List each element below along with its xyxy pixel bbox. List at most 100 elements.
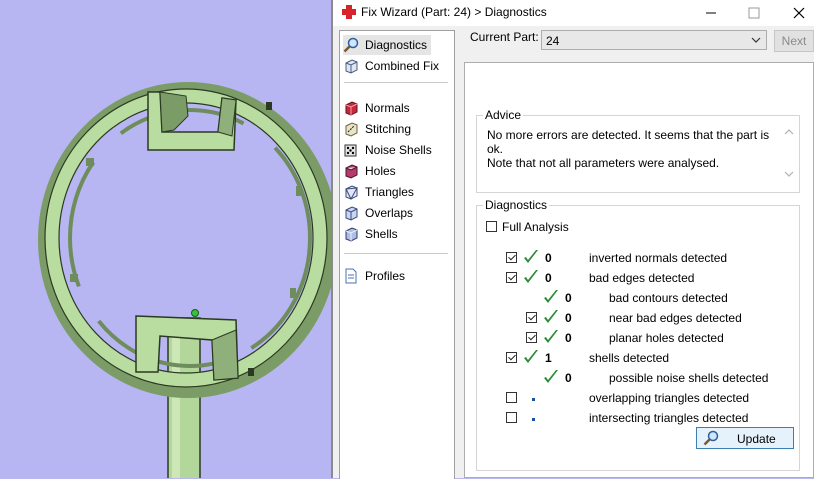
diagnostic-label: possible noise shells detected [609,371,769,385]
diagnostic-label: near bad edges detected [609,311,742,325]
current-part-label: Current Part: [470,30,539,44]
diagnostic-count: 0 [565,371,572,385]
minimize-icon [706,12,716,14]
magnifier-icon [703,430,719,446]
advice-line: No more errors are detected. It seems th… [487,128,770,156]
diagnostic-checkbox[interactable] [506,252,517,263]
maximize-button[interactable] [731,0,777,26]
current-part-select[interactable]: 24 [541,30,767,50]
nav-item-label: Normals [365,101,410,115]
green-check-icon [544,330,558,343]
magnifier-icon [343,37,359,53]
green-check-icon [524,270,538,283]
nav-item-holes[interactable]: Holes [343,161,400,181]
full-analysis-checkbox[interactable] [486,221,497,232]
diagnostic-label: bad contours detected [609,291,728,305]
minimize-button[interactable] [688,0,734,26]
full-analysis-label: Full Analysis [502,220,569,234]
document-icon [345,268,357,284]
diagnostic-count: 0 [545,251,552,265]
next-button[interactable]: Next [774,30,814,52]
nav-item-label: Overlaps [365,206,414,220]
close-button[interactable] [776,0,814,26]
nav-item-stitching[interactable]: Stitching [343,119,415,139]
nav-item-profiles[interactable]: Profiles [343,266,409,286]
overlap-cube-icon [345,206,358,221]
close-icon [793,7,805,19]
nav-item-diagnostics[interactable]: Diagnostics [343,35,432,55]
nav-item-normals[interactable]: Normals [343,98,414,118]
diagnostics-panel: Advice No more errors are detected. It s… [464,62,814,478]
nav-item-combined-fix[interactable]: Combined Fix [343,56,443,76]
diagnostic-count: 0 [565,311,572,325]
diagnostic-checkbox[interactable] [506,352,517,363]
diagnostic-row: 0 near bad edges detected [477,310,797,328]
diagnostic-row: 0 bad contours detected [477,290,797,308]
diagnostic-row: 1 shells detected [477,350,797,368]
cube-icon [345,59,358,74]
window-title: Fix Wizard (Part: 24) > Diagnostics [361,5,547,19]
3d-viewport[interactable] [0,0,331,478]
triangle-cube-icon [345,185,358,200]
diagnostic-checkbox[interactable] [506,272,517,283]
dice-icon [344,144,357,157]
diagnostic-row: intersecting triangles detected [477,410,797,428]
green-check-icon [544,290,558,303]
diagnostic-count: 0 [545,271,552,285]
nav-item-label: Combined Fix [365,59,440,73]
diagnostic-row: 0 inverted normals detected [477,250,797,268]
diagnostic-label: overlapping triangles detected [589,391,750,405]
nav-item-noise-shells[interactable]: Noise Shells [343,140,436,160]
update-label: Update [737,432,776,446]
pending-dot-icon [532,418,535,421]
diagnostic-row: overlapping triangles detected [477,390,797,408]
nav-item-triangles[interactable]: Triangles [343,182,418,202]
green-check-icon [544,310,558,323]
nav-item-label: Stitching [365,122,412,136]
diagnostic-checkbox[interactable] [506,392,517,403]
title-bar[interactable]: Fix Wizard (Part: 24) > Diagnostics [333,0,814,26]
advice-title: Advice [483,108,524,122]
diagnostic-count: 0 [565,331,572,345]
shells-cube-icon [345,227,358,242]
hole-cube-icon [345,164,358,179]
diagnostic-label: planar holes detected [609,331,724,345]
nav-item-label: Triangles [365,185,414,199]
fix-wizard-window: Fix Wizard (Part: 24) > Diagnostics Diag… [333,0,814,479]
nav-item-shells[interactable]: Shells [343,224,402,244]
diagnostic-checkbox[interactable] [526,332,537,343]
fix-category-list: Diagnostics Combined Fix Normals Stitchi… [339,30,455,479]
diagnostic-checkbox[interactable] [506,412,517,423]
green-check-icon [524,250,538,263]
diagnostic-row: 0 planar holes detected [477,330,797,348]
red-cube-icon [345,101,358,116]
nav-item-overlaps[interactable]: Overlaps [343,203,417,223]
maximize-icon [748,7,760,19]
diagnostic-count: 0 [565,291,572,305]
update-button[interactable]: Update [696,427,794,449]
advice-scrollbar[interactable] [782,126,796,180]
nav-divider [344,82,448,83]
green-check-icon [544,370,558,383]
diagnostic-label: intersecting triangles detected [589,411,749,425]
chevron-down-icon [751,37,761,43]
nav-item-label: Noise Shells [365,143,432,157]
ring-model [38,82,331,478]
diagnostic-row: 0 possible noise shells detected [477,370,797,388]
current-part-value: 24 [546,34,560,48]
diagnostics-title: Diagnostics [483,198,550,212]
advice-text: No more errors are detected. It seems th… [487,128,777,170]
stitch-icon [345,122,358,137]
diagnostic-count: 1 [545,351,552,365]
diagnostic-row: 0 bad edges detected [477,270,797,288]
green-check-icon [524,350,538,363]
red-cross-icon [342,5,356,19]
nav-item-label: Holes [365,164,396,178]
advice-line: Note that not all parameters were analys… [487,156,720,170]
diagnostic-label: bad edges detected [589,271,695,285]
diagnostic-checkbox[interactable] [526,312,537,323]
wizard-body: Diagnostics Combined Fix Normals Stitchi… [333,26,814,479]
nav-item-label: Diagnostics [365,38,428,52]
diagnostic-label: inverted normals detected [589,251,728,265]
nav-item-label: Profiles [365,269,406,283]
